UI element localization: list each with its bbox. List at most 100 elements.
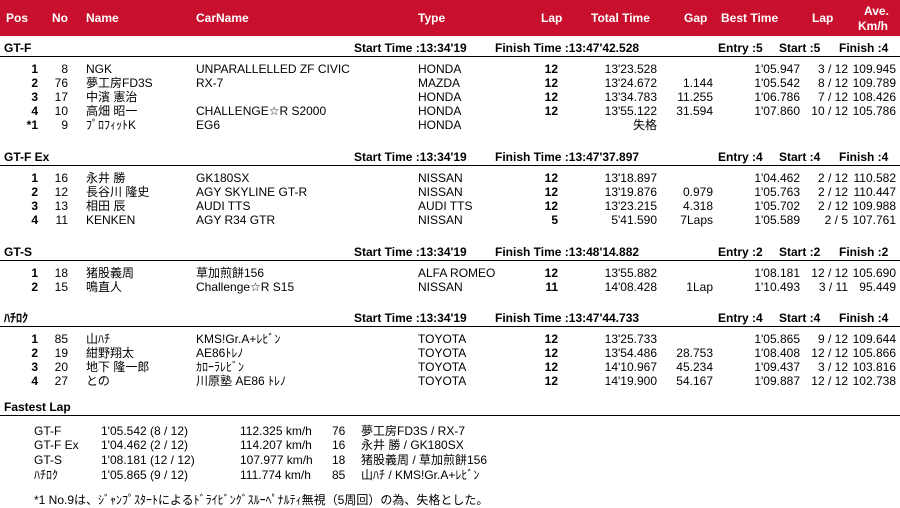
car-number: 9 — [61, 118, 68, 132]
fastest-speed: 107.977 km/h — [240, 453, 313, 467]
car-name: 草加煎餅156 — [196, 266, 265, 280]
col-best-time-header: Best Time — [721, 11, 779, 25]
best-time: 1'09.437 — [754, 360, 800, 374]
laps: 12 — [544, 62, 558, 76]
car-name: CHALLENGE☆R S2000 — [196, 104, 327, 118]
best-time: 1'06.786 — [754, 90, 800, 104]
total-time: 13'34.783 — [604, 90, 657, 104]
class-section: GT-F Ex Start Time :13:34'19 Finish Time :… — [0, 150, 900, 227]
car-number: 8 — [61, 62, 68, 76]
average-speed: 108.426 — [852, 90, 896, 104]
car-type: TOYOTA — [418, 346, 467, 360]
driver-name: 山ﾊﾁ — [86, 332, 111, 346]
start-count: Start :4 — [779, 311, 821, 325]
gap: 54.167 — [676, 374, 713, 388]
average-speed: 95.449 — [859, 280, 896, 294]
laps: 12 — [544, 185, 558, 199]
best-time: 1'10.493 — [754, 280, 800, 294]
fastest-class: ﾊﾁﾛｸ — [34, 468, 59, 482]
result-row: 3 17 中濱 憲治 HONDA 12 13'34.783 11.255 1'06.786 7 … — [0, 90, 900, 104]
col-best-lap-header: Lap — [812, 11, 834, 25]
start-count: Start :5 — [779, 41, 821, 55]
laps: 5 — [551, 213, 558, 227]
finish-count: Finish :4 — [839, 311, 889, 325]
position: 2 — [31, 346, 38, 360]
position: 2 — [31, 185, 38, 199]
best-lap: 12 / 12 — [811, 374, 848, 388]
position: 1 — [31, 332, 38, 346]
car-number: 12 — [54, 185, 68, 199]
average-speed: 105.786 — [852, 104, 896, 118]
laps: 12 — [544, 171, 558, 185]
gap: 0.979 — [682, 185, 713, 199]
car-type: MAZDA — [418, 76, 460, 90]
car-type: HONDA — [418, 104, 462, 118]
finish-count: Finish :2 — [839, 245, 889, 259]
result-row: 4 10 高畑 昭一 CHALLENGE☆R S2000 HONDA 12 13'55.12… — [0, 104, 900, 118]
col-gap-header: Gap — [684, 11, 708, 25]
car-type: AUDI TTS — [418, 199, 473, 213]
fastest-speed: 112.325 km/h — [240, 424, 312, 438]
total-time: 13'55.122 — [604, 104, 657, 118]
position: 1 — [31, 266, 38, 280]
average-speed: 102.738 — [852, 374, 896, 388]
entry-count: Entry :5 — [718, 41, 763, 55]
car-name: AUDI TTS — [196, 199, 251, 213]
best-time: 1'09.887 — [754, 374, 800, 388]
class-section: GT-F Start Time :13:34'19 Finish Time :13:… — [0, 41, 900, 132]
best-time: 1'08.181 — [754, 266, 800, 280]
car-type: NISSAN — [418, 171, 463, 185]
gap: 1.144 — [682, 76, 713, 90]
best-lap: 2 / 12 — [817, 185, 848, 199]
fastest-speed: 111.774 km/h — [240, 468, 311, 482]
start-count: Start :2 — [779, 245, 821, 259]
car-number: 13 — [54, 199, 68, 213]
result-row: 1 16 永井 勝 GK180SX NISSAN 12 13'18.897 1'04.462 2… — [0, 171, 900, 185]
result-row: 2 19 紺野翔太 AE86ﾄﾚﾉ TOYOTA 12 13'54.486 28.753 1'0… — [0, 346, 900, 360]
result-row: 2 76 夢工房FD3S RX-7 MAZDA 12 13'24.672 1.144 1'05.… — [0, 76, 900, 90]
average-speed: 109.988 — [852, 199, 896, 213]
finish-time: Finish Time :13:47'42.528 — [495, 41, 640, 55]
car-name: AE86ﾄﾚﾉ — [196, 346, 244, 360]
average-speed: 105.866 — [852, 346, 896, 360]
best-lap: 7 / 12 — [817, 90, 848, 104]
laps: 12 — [544, 76, 558, 90]
car-number: 85 — [54, 332, 68, 346]
position: 4 — [31, 104, 38, 118]
class-section: ﾊﾁﾛｸ Start Time :13:34'19 Finish Time :13:… — [0, 311, 900, 388]
laps: 12 — [544, 90, 558, 104]
gap: 4.318 — [682, 199, 713, 213]
average-speed: 103.816 — [852, 360, 896, 374]
car-type: TOYOTA — [418, 374, 467, 388]
driver-name: 相田 辰 — [86, 199, 126, 213]
class-header: GT-F Ex Start Time :13:34'19 Finish Time :… — [0, 150, 900, 166]
average-speed: 110.447 — [853, 185, 897, 199]
best-lap: 12 / 12 — [811, 266, 848, 280]
fastest-car-number: 76 — [332, 424, 346, 438]
car-number: 19 — [54, 346, 68, 360]
fastest-driver-car: 山ﾊﾁ / KMS!Gr.A+ﾚﾋﾞﾝ — [361, 468, 480, 482]
total-time: 14'19.900 — [604, 374, 657, 388]
gap: 1Lap — [686, 280, 713, 294]
laps: 12 — [544, 266, 558, 280]
col-type-header: Type — [418, 11, 446, 25]
fastest-lap-row: GT-F Ex 1'04.462 (2 / 12) 114.207 km/h 16 永井… — [0, 438, 900, 452]
gap: 11.255 — [677, 90, 713, 104]
fastest-class: GT-F Ex — [34, 438, 79, 452]
car-number: 15 — [54, 280, 68, 294]
start-time: Start Time :13:34'19 — [354, 41, 467, 55]
best-lap: 8 / 12 — [817, 76, 848, 90]
average-speed: 109.945 — [852, 62, 896, 76]
car-name: RX-7 — [196, 76, 224, 90]
entry-count: Entry :4 — [718, 311, 763, 325]
fastest-lap-title-text: Fastest Lap — [4, 400, 71, 414]
car-name: 川原塾 AE86 ﾄﾚﾉ — [196, 374, 287, 388]
driver-name: 夢工房FD3S — [86, 76, 153, 90]
fastest-driver-car: 夢工房FD3S / RX-7 — [361, 424, 466, 438]
car-number: 27 — [54, 374, 68, 388]
best-time: 1'05.702 — [754, 199, 800, 213]
best-lap: 12 / 12 — [811, 346, 848, 360]
average-speed: 109.789 — [852, 76, 896, 90]
car-type: HONDA — [418, 118, 462, 132]
best-time: 1'05.947 — [754, 62, 800, 76]
